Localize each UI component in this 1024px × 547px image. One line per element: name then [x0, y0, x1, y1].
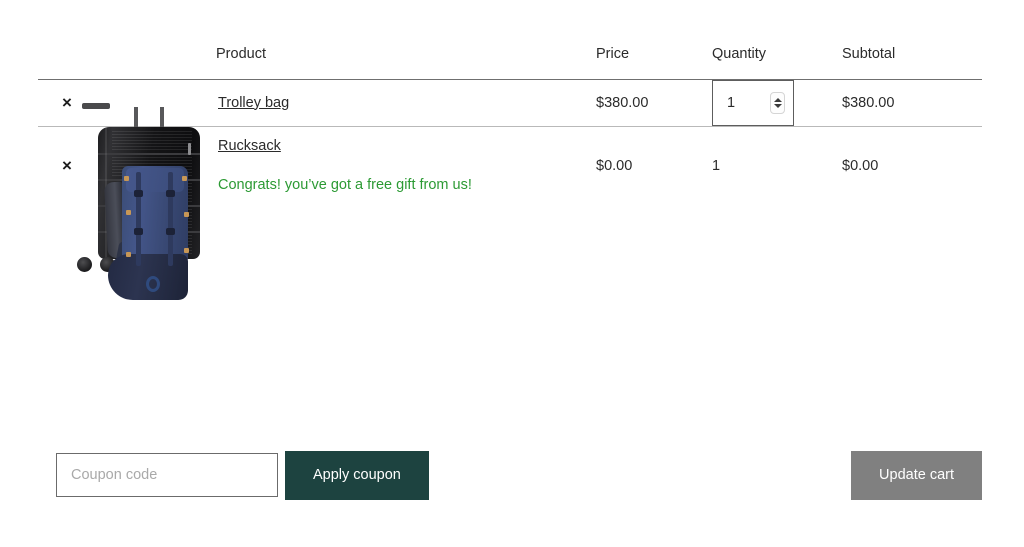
suitcase-handle-right [160, 107, 164, 129]
header-price: Price [596, 0, 712, 80]
free-gift-message: Congrats! you’ve got a free gift from us… [218, 176, 472, 193]
chevron-down-icon[interactable] [773, 104, 782, 108]
product-subtotal: $0.00 [842, 157, 879, 174]
rucksack-haul-loop [146, 275, 160, 292]
cart-actions-row: Apply coupon Update cart [0, 450, 1024, 500]
rucksack-tab [126, 209, 131, 215]
apply-coupon-button[interactable]: Apply coupon [285, 450, 429, 500]
rucksack-buckle [134, 189, 143, 197]
suitcase-ribs [112, 131, 192, 151]
table-row: × [38, 79, 982, 272]
rucksack-top-flap [126, 167, 184, 192]
suitcase-handle-left [134, 107, 138, 129]
suitcase-logo [188, 143, 191, 155]
cart-table-head: Product Price Quantity Subtotal [38, 0, 982, 80]
product-thumbnail-cell [77, 79, 216, 272]
chevron-up-icon[interactable] [773, 98, 782, 102]
header-remove [38, 0, 96, 80]
product-name-cell: Trolley bag [216, 79, 596, 127]
product-price: $0.00 [596, 157, 633, 174]
product-quantity-cell [712, 79, 842, 127]
quantity-input[interactable] [727, 95, 753, 111]
remove-item-button[interactable]: × [56, 92, 78, 114]
remove-cell: × [38, 127, 96, 205]
cart-page: Product Price Quantity Subtotal × Trolle… [0, 0, 1024, 547]
suitcase-seam [98, 153, 200, 155]
rucksack-tab [182, 175, 187, 181]
header-quantity: Quantity [712, 0, 842, 80]
suitcase-handle-bar [82, 103, 110, 109]
product-price: $380.00 [596, 79, 712, 127]
product-name-link[interactable]: Rucksack [218, 137, 596, 156]
quantity-spinner[interactable] [770, 92, 785, 114]
product-name-link[interactable]: Trolley bag [218, 94, 596, 113]
rucksack-buckle [166, 189, 175, 197]
quantity-readonly: 1 [712, 157, 721, 174]
suitcase-wheel-right [77, 257, 92, 272]
quantity-stepper[interactable] [712, 80, 794, 126]
table-header-row: Product Price Quantity Subtotal [38, 0, 982, 80]
cart-table: Product Price Quantity Subtotal × Trolle… [38, 0, 982, 300]
rucksack-tab [124, 175, 129, 181]
rucksack-tab [126, 251, 131, 257]
rucksack-buckle [134, 227, 143, 235]
product-subtotal: $380.00 [842, 79, 982, 127]
coupon-code-input[interactable] [56, 453, 278, 497]
rucksack-vertical-strap [136, 171, 141, 266]
rucksack-tab [184, 247, 189, 253]
update-cart-button[interactable]: Update cart [851, 450, 982, 500]
header-product: Product [216, 0, 596, 80]
header-subtotal: Subtotal [842, 0, 982, 80]
rucksack-buckle [166, 227, 175, 235]
rucksack-vertical-strap [168, 171, 173, 266]
rucksack-tab [184, 211, 189, 217]
product-name-cell: Rucksack Congrats! you’ve got a free gif… [216, 127, 596, 205]
header-thumbnail [96, 0, 216, 80]
cart-table-body: × Trolley bag $380.00 1 $380.00 × Rucksa… [38, 79, 982, 300]
remove-item-button[interactable]: × [56, 155, 78, 177]
product-quantity-cell: 1 [712, 127, 842, 205]
